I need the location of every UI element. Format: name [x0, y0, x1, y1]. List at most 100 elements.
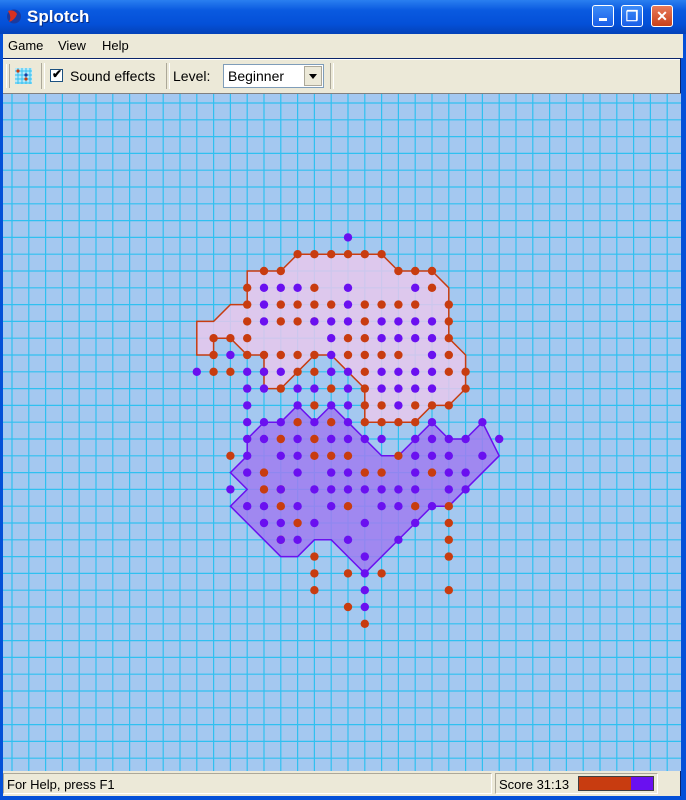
blue-dot — [243, 418, 252, 427]
blue-dot — [427, 367, 437, 376]
blue-dot — [478, 418, 487, 427]
level-select[interactable]: Beginner — [223, 64, 324, 88]
sound-effects-checkbox[interactable]: ✔ — [50, 67, 63, 82]
blue-dot — [276, 451, 285, 460]
blue-dot — [394, 367, 403, 376]
menu-bar: Game View Help — [0, 34, 683, 58]
blue-dot — [243, 401, 252, 410]
blue-dot — [293, 535, 302, 544]
blue-dot — [276, 283, 285, 292]
menu-help[interactable]: Help — [102, 38, 129, 53]
blue-dot — [243, 434, 252, 444]
blue-dot — [360, 586, 369, 595]
blue-dot — [310, 518, 319, 528]
blue-dot — [276, 535, 285, 544]
red-dot — [377, 468, 386, 477]
minimize-button[interactable] — [592, 5, 614, 27]
red-dot — [293, 250, 302, 259]
red-dot — [243, 300, 252, 309]
close-button[interactable]: ✕ — [651, 5, 673, 27]
blue-dot — [394, 334, 403, 343]
game-board-canvas[interactable] — [3, 93, 681, 771]
blue-dot — [293, 401, 302, 410]
blue-dot — [192, 367, 201, 376]
blue-dot — [259, 300, 269, 309]
blue-dot — [360, 485, 369, 494]
red-dot — [343, 502, 353, 511]
blue-dot — [461, 485, 470, 494]
level-value: Beginner — [228, 68, 285, 84]
red-dot — [444, 552, 453, 561]
blue-dot — [411, 283, 420, 292]
level-dropdown-button[interactable] — [304, 66, 322, 86]
blue-dot — [411, 334, 420, 343]
blue-dot — [243, 384, 252, 393]
sound-effects-label[interactable]: Sound effects — [70, 68, 155, 84]
red-dot — [276, 266, 285, 276]
blue-dot — [360, 552, 369, 561]
blue-dot — [259, 367, 269, 376]
menu-view[interactable]: View — [58, 38, 86, 53]
red-dot — [310, 283, 319, 292]
blue-dot — [377, 502, 386, 511]
red-dot — [327, 300, 336, 309]
red-dot — [394, 300, 403, 309]
status-help-pane: For Help, press F1 — [3, 773, 492, 794]
red-dot — [360, 317, 369, 326]
red-dot — [394, 266, 403, 276]
blue-dot — [427, 502, 437, 511]
red-dot — [310, 569, 319, 578]
red-dot — [444, 367, 453, 376]
red-dot — [444, 300, 453, 309]
red-dot — [377, 250, 386, 259]
red-dot — [411, 300, 420, 309]
red-dot — [209, 350, 218, 360]
red-dot — [444, 535, 453, 544]
blue-dot — [259, 434, 269, 444]
red-dot — [360, 300, 369, 309]
red-dot — [343, 569, 353, 578]
toolbar-grip[interactable] — [6, 64, 10, 88]
blue-dot — [243, 502, 252, 511]
red-dot — [310, 434, 319, 444]
blue-dot — [394, 535, 403, 544]
blue-dot — [461, 434, 470, 444]
level-label: Level: — [173, 68, 211, 84]
blue-dot — [293, 451, 302, 460]
blue-dot — [259, 384, 269, 393]
red-dot — [427, 283, 437, 292]
restore-button[interactable]: ❐ — [621, 5, 643, 27]
red-dot — [461, 384, 470, 393]
blue-dot — [343, 283, 353, 292]
game-board[interactable] — [3, 93, 681, 771]
red-dot — [293, 317, 302, 326]
red-dot — [360, 418, 369, 427]
blue-dot — [427, 451, 437, 460]
menu-game[interactable]: Game — [8, 38, 43, 53]
score-bar-red — [579, 777, 632, 790]
score-text: Score 31:13 — [499, 777, 570, 792]
window-frame-right — [681, 34, 686, 800]
red-dot — [360, 334, 369, 343]
red-dot — [427, 266, 437, 276]
blue-dot — [411, 451, 420, 460]
red-dot — [293, 518, 302, 528]
red-dot — [276, 502, 285, 511]
red-dot — [243, 283, 252, 292]
blue-dot — [394, 401, 403, 410]
red-dot — [259, 468, 269, 477]
blue-dot — [226, 485, 235, 494]
grid-icon[interactable] — [13, 65, 35, 87]
red-dot — [343, 350, 353, 360]
blue-dot — [411, 518, 420, 528]
blue-dot — [427, 334, 437, 343]
title-bar[interactable]: Splotch ❐ ✕ — [0, 0, 686, 34]
blue-dot — [327, 468, 336, 477]
status-bar: For Help, press F1 Score 31:13 — [3, 771, 680, 796]
red-dot — [343, 451, 353, 460]
blue-dot — [343, 418, 353, 427]
blue-dot — [343, 384, 353, 393]
status-help-text: For Help, press F1 — [7, 777, 115, 792]
blue-dot — [360, 602, 369, 612]
red-dot — [377, 569, 386, 578]
